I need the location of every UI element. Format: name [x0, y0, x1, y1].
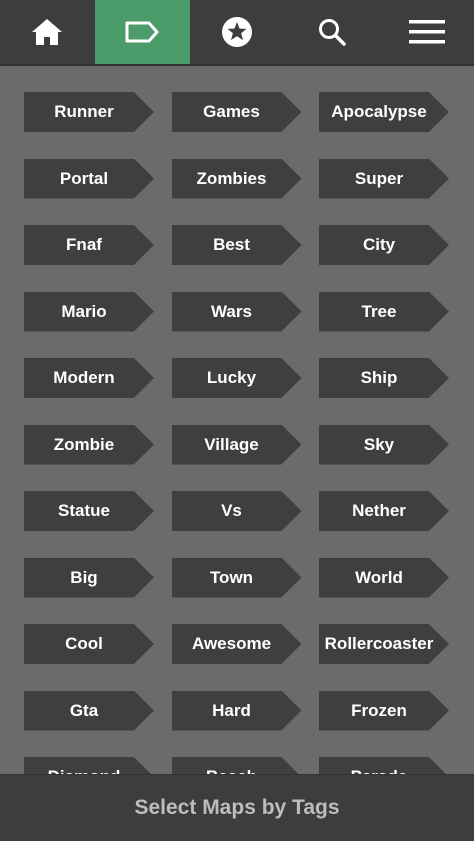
tag-button[interactable]: Sky	[319, 424, 449, 465]
tag-button[interactable]: Beach	[171, 757, 302, 774]
menu-icon	[408, 20, 445, 44]
star-icon	[221, 17, 252, 47]
tag-button[interactable]: Fnaf	[24, 225, 154, 265]
tag-button[interactable]: Town	[171, 557, 302, 598]
footer-bar: Select Maps by Tags	[0, 774, 474, 841]
favorites-button[interactable]	[190, 0, 285, 64]
tag-button[interactable]: Ship	[319, 358, 449, 398]
tag-button[interactable]: Awesome	[171, 624, 302, 664]
home-icon	[32, 19, 63, 45]
tag-button[interactable]: Nether	[319, 491, 449, 531]
tag-icon	[125, 21, 159, 43]
tag-button[interactable]: Hard	[171, 690, 302, 731]
tag-button[interactable]: Apocalypse	[319, 92, 449, 132]
tag-button[interactable]: Village	[171, 424, 302, 465]
top-toolbar	[0, 0, 474, 66]
tag-button[interactable]: Wars	[171, 291, 302, 332]
tag-button[interactable]: Best	[171, 225, 302, 265]
tag-button[interactable]: Zombie	[24, 424, 154, 465]
search-button[interactable]	[284, 0, 379, 64]
tag-button[interactable]: Cool	[24, 624, 154, 664]
tag-button[interactable]: City	[319, 225, 449, 265]
tag-button[interactable]: Frozen	[319, 690, 449, 731]
tag-list[interactable]: Runner Games Apocalypse Portal Zombies Super F…	[0, 66, 474, 774]
tag-button[interactable]: Big	[24, 557, 154, 598]
tag-button[interactable]: Diamond	[24, 757, 154, 774]
tag-button[interactable]: Super	[319, 158, 449, 199]
tag-button[interactable]: Portal	[24, 158, 154, 199]
tags-button[interactable]	[94, 0, 190, 64]
footer-title: Select Maps by Tags	[134, 796, 340, 819]
menu-button[interactable]	[379, 0, 474, 64]
tag-button[interactable]: Statue	[24, 491, 154, 531]
tag-button[interactable]: World	[319, 557, 449, 598]
tag-button[interactable]: Parade	[319, 757, 449, 774]
tag-button[interactable]: Zombies	[171, 158, 302, 199]
tag-button[interactable]: Runner	[24, 92, 154, 132]
tag-button[interactable]: Games	[171, 92, 302, 132]
home-button[interactable]	[0, 0, 95, 64]
tag-button[interactable]: Modern	[24, 358, 154, 398]
tag-button[interactable]: Rollercoaster	[319, 624, 449, 664]
tag-button[interactable]: Tree	[319, 291, 449, 332]
tag-button[interactable]: Vs	[171, 491, 302, 531]
tag-button[interactable]: Gta	[24, 690, 154, 731]
tag-button[interactable]: Mario	[24, 291, 154, 332]
search-icon	[318, 19, 346, 46]
tag-grid: Runner Games Apocalypse Portal Zombies Super F…	[24, 92, 449, 774]
tag-button[interactable]: Lucky	[171, 358, 302, 398]
